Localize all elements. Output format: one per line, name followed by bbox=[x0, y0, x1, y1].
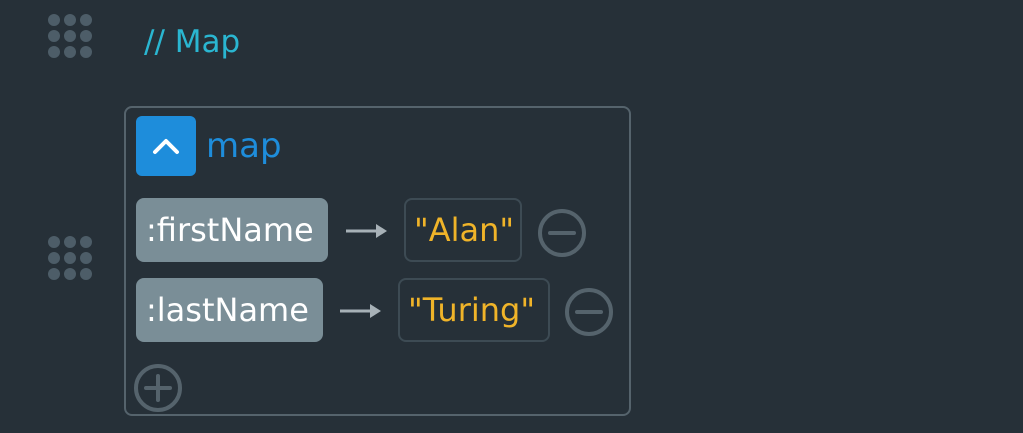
drag-dot bbox=[80, 268, 92, 280]
drag-dot bbox=[48, 14, 60, 26]
drag-dot bbox=[64, 252, 76, 264]
plus-circle-icon bbox=[134, 364, 182, 412]
drag-dot bbox=[80, 236, 92, 248]
drag-dot bbox=[64, 268, 76, 280]
map-block: map :firstName "Alan" :lastName "Turing" bbox=[124, 106, 631, 416]
drag-dot bbox=[80, 14, 92, 26]
collapse-button[interactable] bbox=[136, 116, 196, 176]
arrow-right-icon bbox=[346, 224, 387, 238]
map-value[interactable]: "Turing" bbox=[398, 278, 550, 342]
map-type-label: map bbox=[206, 126, 282, 166]
drag-dot bbox=[48, 252, 60, 264]
remove-entry-button[interactable] bbox=[563, 286, 615, 338]
drag-dot bbox=[48, 30, 60, 42]
drag-dot bbox=[64, 46, 76, 58]
arrow-right-icon bbox=[340, 304, 381, 318]
drag-dot bbox=[64, 236, 76, 248]
drag-dot bbox=[48, 236, 60, 248]
editor-canvas: // Map map :firstName "Alan":lastName "… bbox=[0, 0, 1023, 433]
drag-handle-icon[interactable] bbox=[48, 14, 104, 70]
map-key[interactable]: :firstName bbox=[136, 198, 328, 262]
drag-dot bbox=[48, 268, 60, 280]
drag-handle-icon[interactable] bbox=[48, 236, 104, 292]
drag-dot bbox=[80, 30, 92, 42]
drag-dot bbox=[80, 46, 92, 58]
remove-entry-button[interactable] bbox=[536, 207, 588, 259]
map-key[interactable]: :lastName bbox=[136, 278, 323, 342]
add-entry-button[interactable] bbox=[132, 362, 184, 414]
comment-text[interactable]: // Map bbox=[144, 22, 240, 62]
drag-dot bbox=[48, 46, 60, 58]
chevron-up-icon bbox=[153, 139, 179, 154]
drag-dot bbox=[64, 14, 76, 26]
drag-dot bbox=[64, 30, 76, 42]
drag-dot bbox=[80, 252, 92, 264]
minus-circle-icon bbox=[538, 209, 586, 257]
map-value[interactable]: "Alan" bbox=[404, 198, 522, 262]
minus-circle-icon bbox=[565, 288, 613, 336]
